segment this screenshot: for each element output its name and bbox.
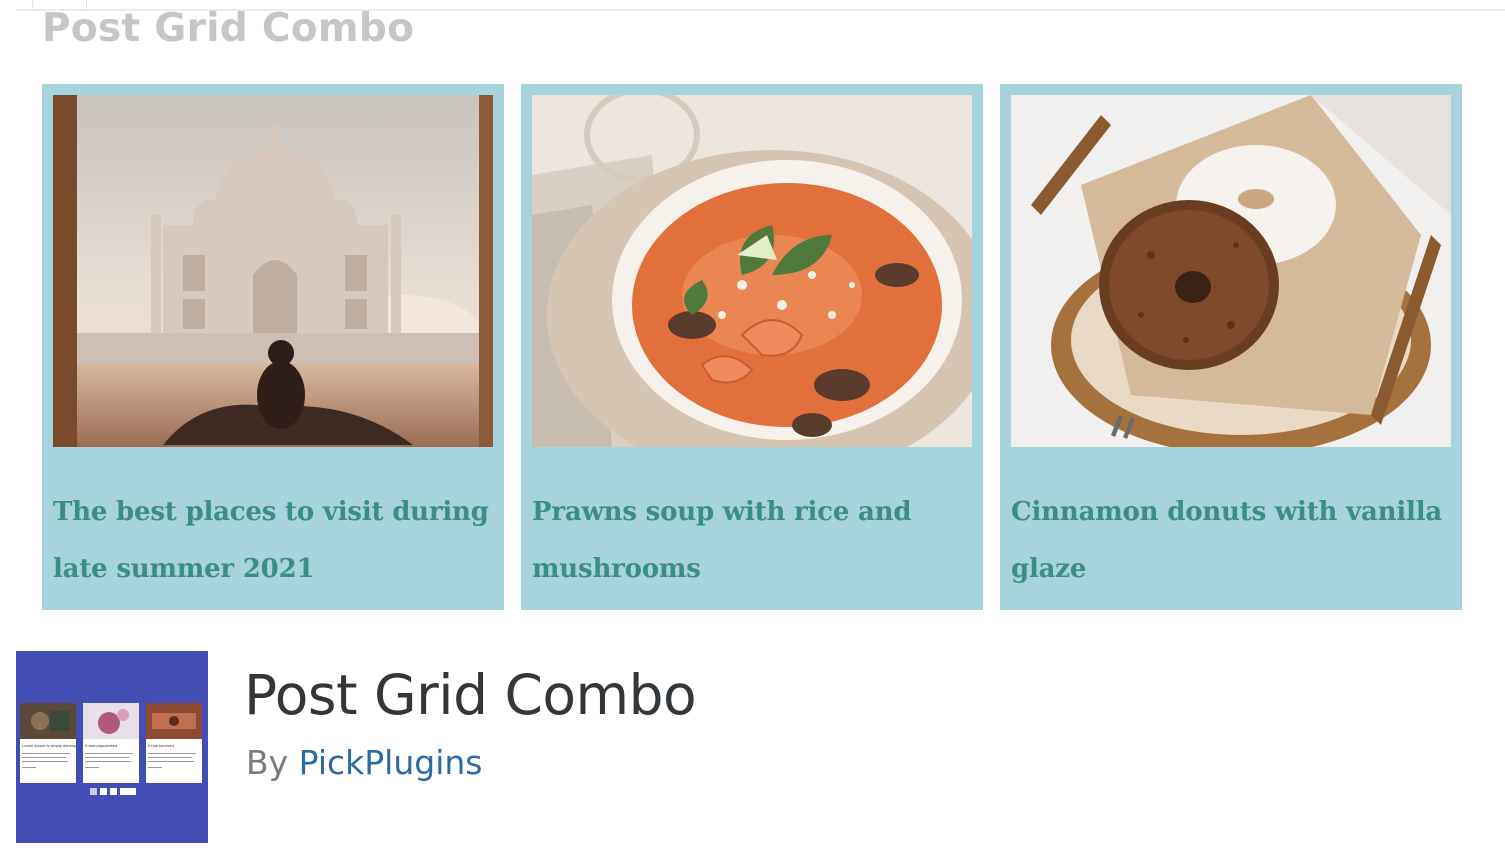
mini-pager-item xyxy=(110,788,117,795)
author-link[interactable]: PickPlugins xyxy=(299,743,483,782)
mini-post-card: It was popularised xyxy=(83,703,139,783)
by-label: By xyxy=(246,743,289,782)
post-image-taj-mahal[interactable] xyxy=(53,95,493,447)
mini-pager-item xyxy=(100,788,107,795)
mini-pager-item xyxy=(90,788,97,795)
divider-tick xyxy=(32,0,33,9)
post-title[interactable]: Cinnamon donuts with vanilla glaze xyxy=(1011,484,1451,598)
post-title[interactable]: The best places to visit during late sum… xyxy=(53,484,493,598)
plugin-icon: Lorem Ipsum is simply dummy It was popul… xyxy=(16,651,208,843)
mini-post-image xyxy=(83,703,139,739)
mini-post-title: Lorem Ipsum is simply dummy xyxy=(22,743,77,748)
plugin-name: Post Grid Combo xyxy=(244,663,697,727)
taj-mahal-photo xyxy=(53,95,493,447)
post-card[interactable]: The best places to visit during late sum… xyxy=(42,84,504,610)
mini-pager-next xyxy=(120,788,136,795)
post-image-prawn-soup[interactable] xyxy=(532,95,972,447)
mini-post-title: It has survived xyxy=(148,743,174,748)
prawn-soup-photo xyxy=(532,95,972,447)
plugin-banner: Post Grid Combo The best places to visit… xyxy=(0,0,1505,640)
plugin-byline: By PickPlugins xyxy=(246,740,482,786)
mini-post-card: Lorem Ipsum is simply dummy xyxy=(20,703,76,783)
post-card[interactable]: Prawns soup with rice and mushrooms xyxy=(521,84,983,610)
post-image-donuts[interactable] xyxy=(1011,95,1451,447)
post-title[interactable]: Prawns soup with rice and mushrooms xyxy=(532,484,972,598)
donuts-basket-photo xyxy=(1011,95,1451,447)
mini-post-image xyxy=(146,703,202,739)
post-card[interactable]: Cinnamon donuts with vanilla glaze xyxy=(1000,84,1462,610)
mini-post-title: It was popularised xyxy=(85,743,118,748)
mini-post-image xyxy=(20,703,76,739)
banner-title: Post Grid Combo xyxy=(42,6,415,51)
mini-post-card: It has survived xyxy=(146,703,202,783)
